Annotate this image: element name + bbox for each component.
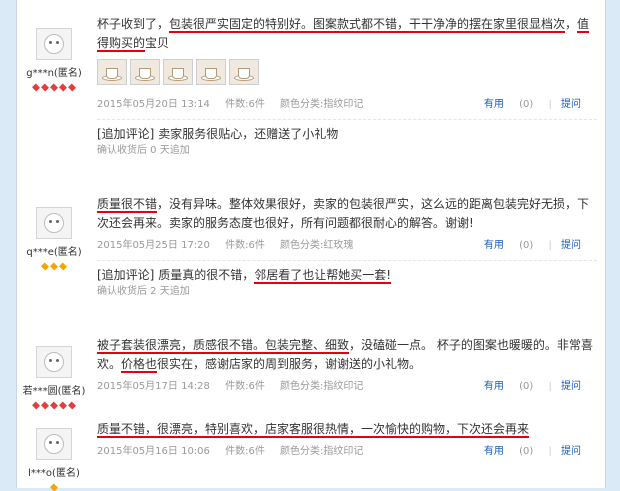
review-text: 被子套装很漂亮，质感很不错。包装完整、细致，没磕碰一点。 杯子的图案也暖暖的。非… — [97, 338, 593, 373]
review-item: 若***圆(匿名) 被子套装很漂亮，质感很不错。包装完整、细致，没磕碰一点。 杯… — [17, 320, 605, 411]
useful-count: (0) — [519, 240, 534, 251]
useful-count: (0) — [519, 99, 534, 110]
default-avatar-icon — [44, 352, 64, 372]
review-photo[interactable] — [97, 59, 127, 85]
ask-button[interactable]: 提问 — [561, 446, 581, 457]
review-photo[interactable] — [130, 59, 160, 85]
review-quantity: 件数:6件 — [225, 99, 265, 110]
append-meta: 确认收货后 0 天追加 — [97, 145, 190, 156]
ask-button[interactable]: 提问 — [561, 240, 581, 251]
reviewer-info: q***e(匿名) — [17, 207, 91, 271]
review-meta: 2015年05月20日 13:14 件数:6件 颜色分类:指纹印记 有用 (0)… — [97, 99, 581, 110]
useful-button[interactable]: 有用 — [484, 99, 504, 110]
review-item: g***n(匿名) 杯子收到了，包装很严实固定的特别好。图案款式都不错，干干净净… — [17, 0, 605, 186]
review-date: 2015年05月17日 14:28 — [97, 381, 210, 392]
default-avatar-icon — [44, 213, 64, 233]
review-meta: 2015年05月25日 17:20 件数:6件 颜色分类:红玫瑰 有用 (0) … — [97, 240, 581, 251]
reviewer-name: l***o(匿名) — [28, 468, 80, 479]
review-photo[interactable] — [196, 59, 226, 85]
review-meta: 2015年05月16日 10:06 件数:6件 颜色分类:指纹印记 有用 (0)… — [97, 446, 581, 457]
reviewer-info: l***o(匿名) — [17, 428, 91, 491]
useful-button[interactable]: 有用 — [484, 240, 504, 251]
reviewer-name: g***n(匿名) — [26, 68, 82, 79]
reviewer-name: 若***圆(匿名) — [22, 386, 86, 397]
append-meta: 确认收货后 2 天追加 — [97, 286, 190, 297]
ask-button[interactable]: 提问 — [561, 99, 581, 110]
avatar[interactable] — [36, 28, 72, 60]
reviewer-rank-icon — [17, 481, 91, 491]
useful-count: (0) — [519, 446, 534, 457]
review-meta: 2015年05月17日 14:28 件数:6件 颜色分类:指纹印记 有用 (0)… — [97, 381, 581, 392]
useful-button[interactable]: 有用 — [484, 381, 504, 392]
review-item: l***o(匿名) 质量不错，很漂亮，特别喜欢，店家客服很热情，一次愉快的购物，… — [17, 410, 605, 491]
review-color: 颜色分类:指纹印记 — [280, 446, 364, 457]
reviewer-info: g***n(匿名) — [17, 28, 91, 92]
review-text: 杯子收到了，包装很严实固定的特别好。图案款式都不错，干干净净的摆在家里很显档次，… — [97, 17, 590, 52]
ask-button[interactable]: 提问 — [561, 381, 581, 392]
avatar[interactable] — [36, 428, 72, 460]
review-date: 2015年05月16日 10:06 — [97, 446, 210, 457]
review-color: 颜色分类:指纹印记 — [280, 381, 364, 392]
review-text: 质量不错，很漂亮，特别喜欢，店家客服很热情，一次愉快的购物，下次还会再来 — [97, 422, 530, 438]
review-quantity: 件数:6件 — [225, 381, 265, 392]
reviewer-rank-icon — [17, 81, 91, 92]
default-avatar-icon — [44, 34, 64, 54]
review-date: 2015年05月25日 17:20 — [97, 240, 210, 251]
reviewer-info: 若***圆(匿名) — [17, 346, 91, 410]
review-color: 颜色分类:指纹印记 — [280, 99, 364, 110]
append-review: [追加评论] 质量真的很不错，邻居看了也让帮她买一套! — [97, 268, 392, 284]
reviewer-rank-icon — [17, 399, 91, 410]
review-color: 颜色分类:红玫瑰 — [280, 240, 354, 251]
review-photo[interactable] — [229, 59, 259, 85]
review-quantity: 件数:6件 — [225, 240, 265, 251]
reviews-panel: g***n(匿名) 杯子收到了，包装很严实固定的特别好。图案款式都不错，干干净净… — [16, 0, 606, 491]
useful-count: (0) — [519, 381, 534, 392]
review-date: 2015年05月20日 13:14 — [97, 99, 210, 110]
avatar[interactable] — [36, 346, 72, 378]
review-photo[interactable] — [163, 59, 193, 85]
review-item: q***e(匿名) 质量很不错，没有异味。整体效果很好，卖家的包装很严实，这么远… — [17, 185, 605, 321]
default-avatar-icon — [44, 434, 64, 454]
avatar[interactable] — [36, 207, 72, 239]
append-review: [追加评论] 卖家服务很贴心，还赠送了小礼物 — [97, 127, 339, 141]
review-text: 质量很不错，没有异味。整体效果很好，卖家的包装很严实，这么远的距离包装完好无损，… — [97, 197, 590, 230]
reviewer-rank-icon — [17, 260, 91, 271]
review-quantity: 件数:6件 — [225, 446, 265, 457]
reviewer-name: q***e(匿名) — [26, 247, 82, 258]
review-photos — [97, 59, 597, 87]
useful-button[interactable]: 有用 — [484, 446, 504, 457]
